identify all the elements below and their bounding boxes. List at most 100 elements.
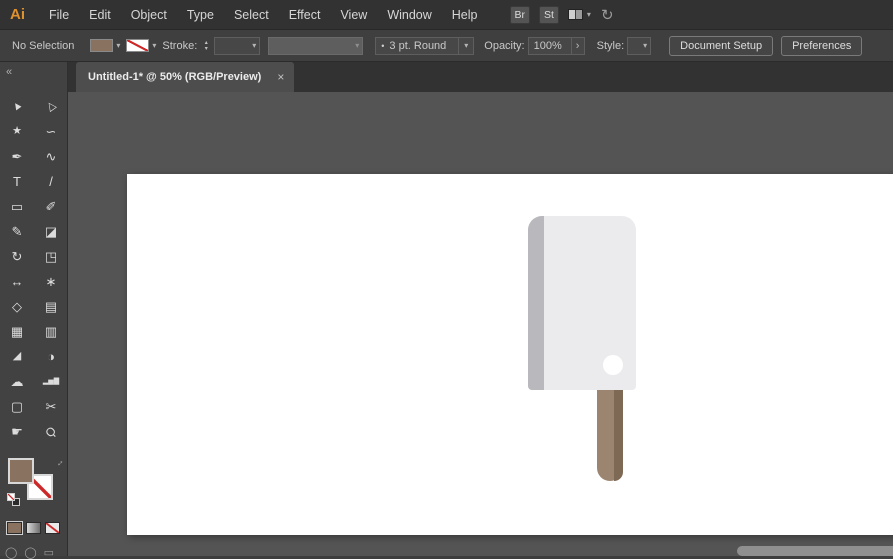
slice-tool[interactable]: ✂ <box>34 394 68 419</box>
menu-object[interactable]: Object <box>121 0 177 30</box>
line-segment-tool[interactable]: / <box>34 169 68 194</box>
scale-tool[interactable]: ◳ <box>34 244 68 269</box>
menu-view[interactable]: View <box>330 0 377 30</box>
hand-tool-icon: ☛ <box>11 425 23 438</box>
eyedropper-tool[interactable]: ◢ <box>0 344 34 369</box>
menu-select[interactable]: Select <box>224 0 279 30</box>
paintbrush-tool-icon: ✐ <box>46 200 57 213</box>
document-tab[interactable]: Untitled-1* @ 50% (RGB/Preview) × <box>76 62 294 92</box>
symbol-sprayer-tool[interactable]: ☁ <box>0 369 34 394</box>
menu-file[interactable]: File <box>39 0 79 30</box>
brush-definition-dropdown[interactable]: ▾ <box>459 37 474 55</box>
paintbrush-tool[interactable]: ✐ <box>34 194 68 219</box>
horizontal-scrollbar[interactable] <box>737 546 893 556</box>
variable-width-combo-disabled: ▾ <box>268 37 363 55</box>
stock-button[interactable]: St <box>539 6 559 24</box>
hand-tool[interactable]: ☛ <box>0 419 34 444</box>
stroke-dropdown-icon[interactable]: ▾ <box>152 41 156 50</box>
close-tab-icon[interactable]: × <box>277 70 284 84</box>
stroke-weight-dropdown-icon[interactable]: ▾ <box>252 41 256 50</box>
eraser-tool-icon: ◪ <box>45 225 57 238</box>
preferences-button[interactable]: Preferences <box>781 36 862 56</box>
default-fill-stroke-none-icon[interactable] <box>7 493 15 501</box>
fill-color-swatch[interactable] <box>90 39 113 52</box>
pen-tool-icon: ✒ <box>12 150 23 163</box>
type-tool[interactable]: T <box>0 169 34 194</box>
gradient-mode-button[interactable] <box>26 522 41 534</box>
color-mode-button[interactable] <box>7 522 22 534</box>
menu-type[interactable]: Type <box>177 0 224 30</box>
document-setup-button[interactable]: Document Setup <box>669 36 773 56</box>
opacity-label: Opacity: <box>484 40 524 52</box>
stroke-color-swatch[interactable] <box>126 39 149 52</box>
direct-selection-tool[interactable]: △ <box>34 94 68 119</box>
stroke-weight-stepper[interactable]: ▴ ▾ <box>200 40 212 52</box>
zoom-tool[interactable]: Ϙ <box>34 419 68 444</box>
popsicle-dot-shape[interactable] <box>603 355 623 375</box>
shape-builder-tool[interactable]: ◇ <box>0 294 34 319</box>
mesh-tool-icon: ▦ <box>11 325 23 338</box>
control-bar: No Selection ▾ ▾ Stroke: ▴ ▾ ▾ ▾ • 3 pt.… <box>0 30 893 62</box>
stroke-label: Stroke: <box>162 40 197 52</box>
scale-tool-icon: ◳ <box>45 250 57 263</box>
pencil-tool[interactable]: ✎ <box>0 219 34 244</box>
free-transform-tool[interactable]: ∗ <box>34 269 68 294</box>
chevron-down-icon[interactable]: ▾ <box>587 10 591 19</box>
style-dropdown-icon: ▾ <box>643 41 647 50</box>
canvas-pasteboard[interactable] <box>68 92 893 556</box>
popsicle-shade-shape[interactable] <box>528 216 544 390</box>
selection-tool-icon: ▲ <box>9 99 24 114</box>
column-graph-tool[interactable]: ▂▅▇ <box>34 369 68 394</box>
workspace-switcher-icon[interactable] <box>568 9 583 20</box>
screen-mode-icon[interactable]: ▭ <box>44 546 54 559</box>
selection-tool[interactable]: ▲ <box>0 94 34 119</box>
draw-behind-icon[interactable]: ◯ <box>24 546 36 559</box>
opacity-field[interactable]: 100% <box>528 37 572 55</box>
collapse-panel-button[interactable]: « <box>6 66 11 78</box>
draw-normal-icon[interactable]: ◯ <box>5 546 17 559</box>
menu-help[interactable]: Help <box>442 0 488 30</box>
lasso-tool[interactable]: ∽ <box>34 119 68 144</box>
blend-tool-icon: ◑ <box>47 350 55 363</box>
brush-definition-field[interactable]: • 3 pt. Round <box>375 37 459 55</box>
swap-fill-stroke-icon[interactable]: ↔ <box>53 456 66 469</box>
opacity-menu-button[interactable]: › <box>572 37 585 55</box>
width-tool-icon: ↔ <box>11 275 24 288</box>
menu-effect[interactable]: Effect <box>279 0 331 30</box>
fill-dropdown-icon[interactable]: ▾ <box>116 41 120 50</box>
none-mode-button[interactable] <box>45 522 60 534</box>
fill-swatch[interactable] <box>8 458 34 484</box>
main-area: « ▲ △ ★ ∽ ✒ ∿ T / ▭ ✐ ✎ ◪ ↻ ◳ ↔ ∗ ◇ ▤ ▦ … <box>0 62 893 556</box>
eraser-tool[interactable]: ◪ <box>34 219 68 244</box>
rotate-tool[interactable]: ↻ <box>0 244 34 269</box>
selection-status: No Selection <box>12 40 74 52</box>
illustrator-logo: Ai <box>10 6 25 23</box>
brush-definition-value: 3 pt. Round <box>389 40 446 52</box>
blend-tool[interactable]: ◑ <box>34 344 68 369</box>
artboard-tool-icon: ▢ <box>11 400 23 413</box>
mesh-tool[interactable]: ▦ <box>0 319 34 344</box>
rectangle-tool[interactable]: ▭ <box>0 194 34 219</box>
color-mode-buttons <box>7 522 60 534</box>
sync-icon[interactable]: ↻ <box>601 6 614 24</box>
popsicle-stick-shade-shape[interactable] <box>614 390 623 481</box>
style-combo[interactable]: ▾ <box>627 37 651 55</box>
perspective-grid-tool-icon: ▤ <box>45 300 57 313</box>
document-tab-bar: Untitled-1* @ 50% (RGB/Preview) × <box>68 62 893 92</box>
artboard-tool[interactable]: ▢ <box>0 394 34 419</box>
stepper-down-icon[interactable]: ▾ <box>205 46 208 52</box>
curvature-tool[interactable]: ∿ <box>34 144 68 169</box>
artboard[interactable] <box>127 174 893 535</box>
width-tool[interactable]: ↔ <box>0 269 34 294</box>
pen-tool[interactable]: ✒ <box>0 144 34 169</box>
gradient-tool[interactable]: ▥ <box>34 319 68 344</box>
magic-wand-tool-icon: ★ <box>12 126 22 137</box>
stroke-weight-combo[interactable]: ▾ <box>214 37 260 55</box>
perspective-grid-tool[interactable]: ▤ <box>34 294 68 319</box>
bridge-button[interactable]: Br <box>510 6 531 24</box>
menu-window[interactable]: Window <box>377 0 441 30</box>
popsicle-artwork[interactable] <box>528 216 636 481</box>
menu-edit[interactable]: Edit <box>79 0 121 30</box>
menu-bar: Ai File Edit Object Type Select Effect V… <box>0 0 893 30</box>
magic-wand-tool[interactable]: ★ <box>0 119 34 144</box>
